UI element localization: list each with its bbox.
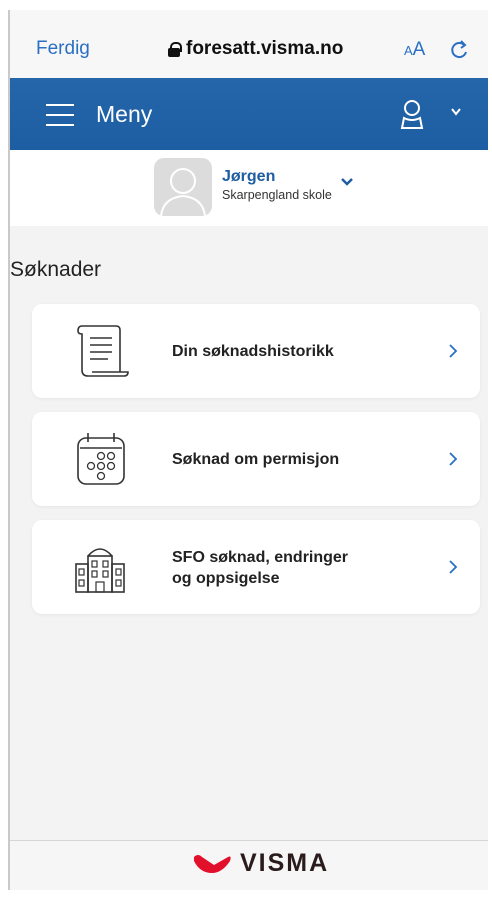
avatar [154, 158, 212, 216]
calendar-icon [77, 433, 125, 485]
card-label: SFO søknad, endringer og oppsigelse [172, 549, 349, 587]
reload-icon[interactable] [450, 38, 470, 60]
card-leave-application[interactable]: Søknad om permisjon [32, 412, 480, 506]
brand-name: VISMA [240, 849, 330, 877]
done-button[interactable]: Ferdig [36, 38, 90, 60]
url-text: foresatt.visma.no [186, 38, 344, 59]
phone-screen: Ferdig foresatt.visma.no AA Meny Jørgen … [8, 10, 488, 890]
section-title: Søknader [10, 258, 102, 281]
text-size-button[interactable]: AA [404, 39, 425, 61]
visma-logo: VISMA [192, 849, 329, 878]
card-label: Din søknadshistorikk [172, 343, 334, 360]
card-sfo-application[interactable]: SFO søknad, endringer og oppsigelse [32, 520, 480, 614]
child-name: Jørgen [222, 168, 276, 185]
chevron-right-icon [449, 560, 458, 574]
app-header: Meny [10, 78, 488, 150]
chevron-down-icon[interactable] [450, 106, 462, 118]
card-label: Søknad om permisjon [172, 451, 340, 468]
card-application-history[interactable]: Din søknadshistorikk [32, 304, 480, 398]
chevron-right-icon [449, 344, 458, 358]
visma-swoosh-icon [194, 854, 231, 873]
school-name: Skarpengland skole [222, 188, 332, 202]
lock-icon [168, 41, 182, 57]
address-bar[interactable]: foresatt.visma.no [168, 38, 343, 60]
school-building-icon [75, 548, 125, 593]
scroll-icon [77, 325, 129, 377]
footer: VISMA [10, 840, 488, 890]
user-account-icon[interactable] [398, 98, 426, 130]
chevron-down-icon[interactable] [341, 177, 353, 187]
chevron-right-icon [449, 452, 458, 466]
browser-toolbar: Ferdig foresatt.visma.no AA [10, 10, 488, 78]
hamburger-menu-icon[interactable] [46, 104, 74, 126]
menu-label[interactable]: Meny [96, 101, 152, 128]
child-selector[interactable]: Jørgen Skarpengland skole [10, 150, 488, 226]
